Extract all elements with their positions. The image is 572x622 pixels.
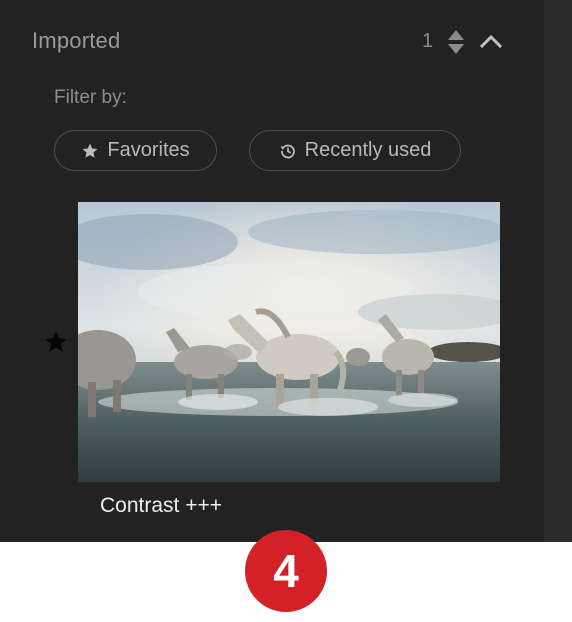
sort-updown-icon[interactable]	[447, 29, 465, 55]
filter-favorites-chip[interactable]: Favorites	[54, 130, 217, 171]
preset-name[interactable]: Contrast +++	[100, 494, 222, 518]
star-icon	[81, 142, 99, 160]
filter-recently-used-chip[interactable]: Recently used	[249, 130, 461, 171]
scrollbar-track[interactable]	[544, 0, 572, 542]
history-icon	[279, 142, 297, 160]
item-count: 1	[422, 30, 434, 52]
chip-label: Favorites	[107, 139, 190, 161]
presets-panel: Imported 1 Filter by: Favorites Recently…	[0, 0, 544, 542]
horses-photo	[78, 202, 500, 482]
chevron-up-icon[interactable]	[480, 33, 502, 49]
favorite-star-icon[interactable]	[43, 329, 69, 355]
preset-thumbnail[interactable]	[78, 202, 500, 482]
filter-label: Filter by:	[54, 87, 127, 108]
step-number-badge: 4	[245, 530, 327, 612]
chip-label: Recently used	[304, 139, 432, 161]
section-title: Imported	[32, 28, 121, 53]
